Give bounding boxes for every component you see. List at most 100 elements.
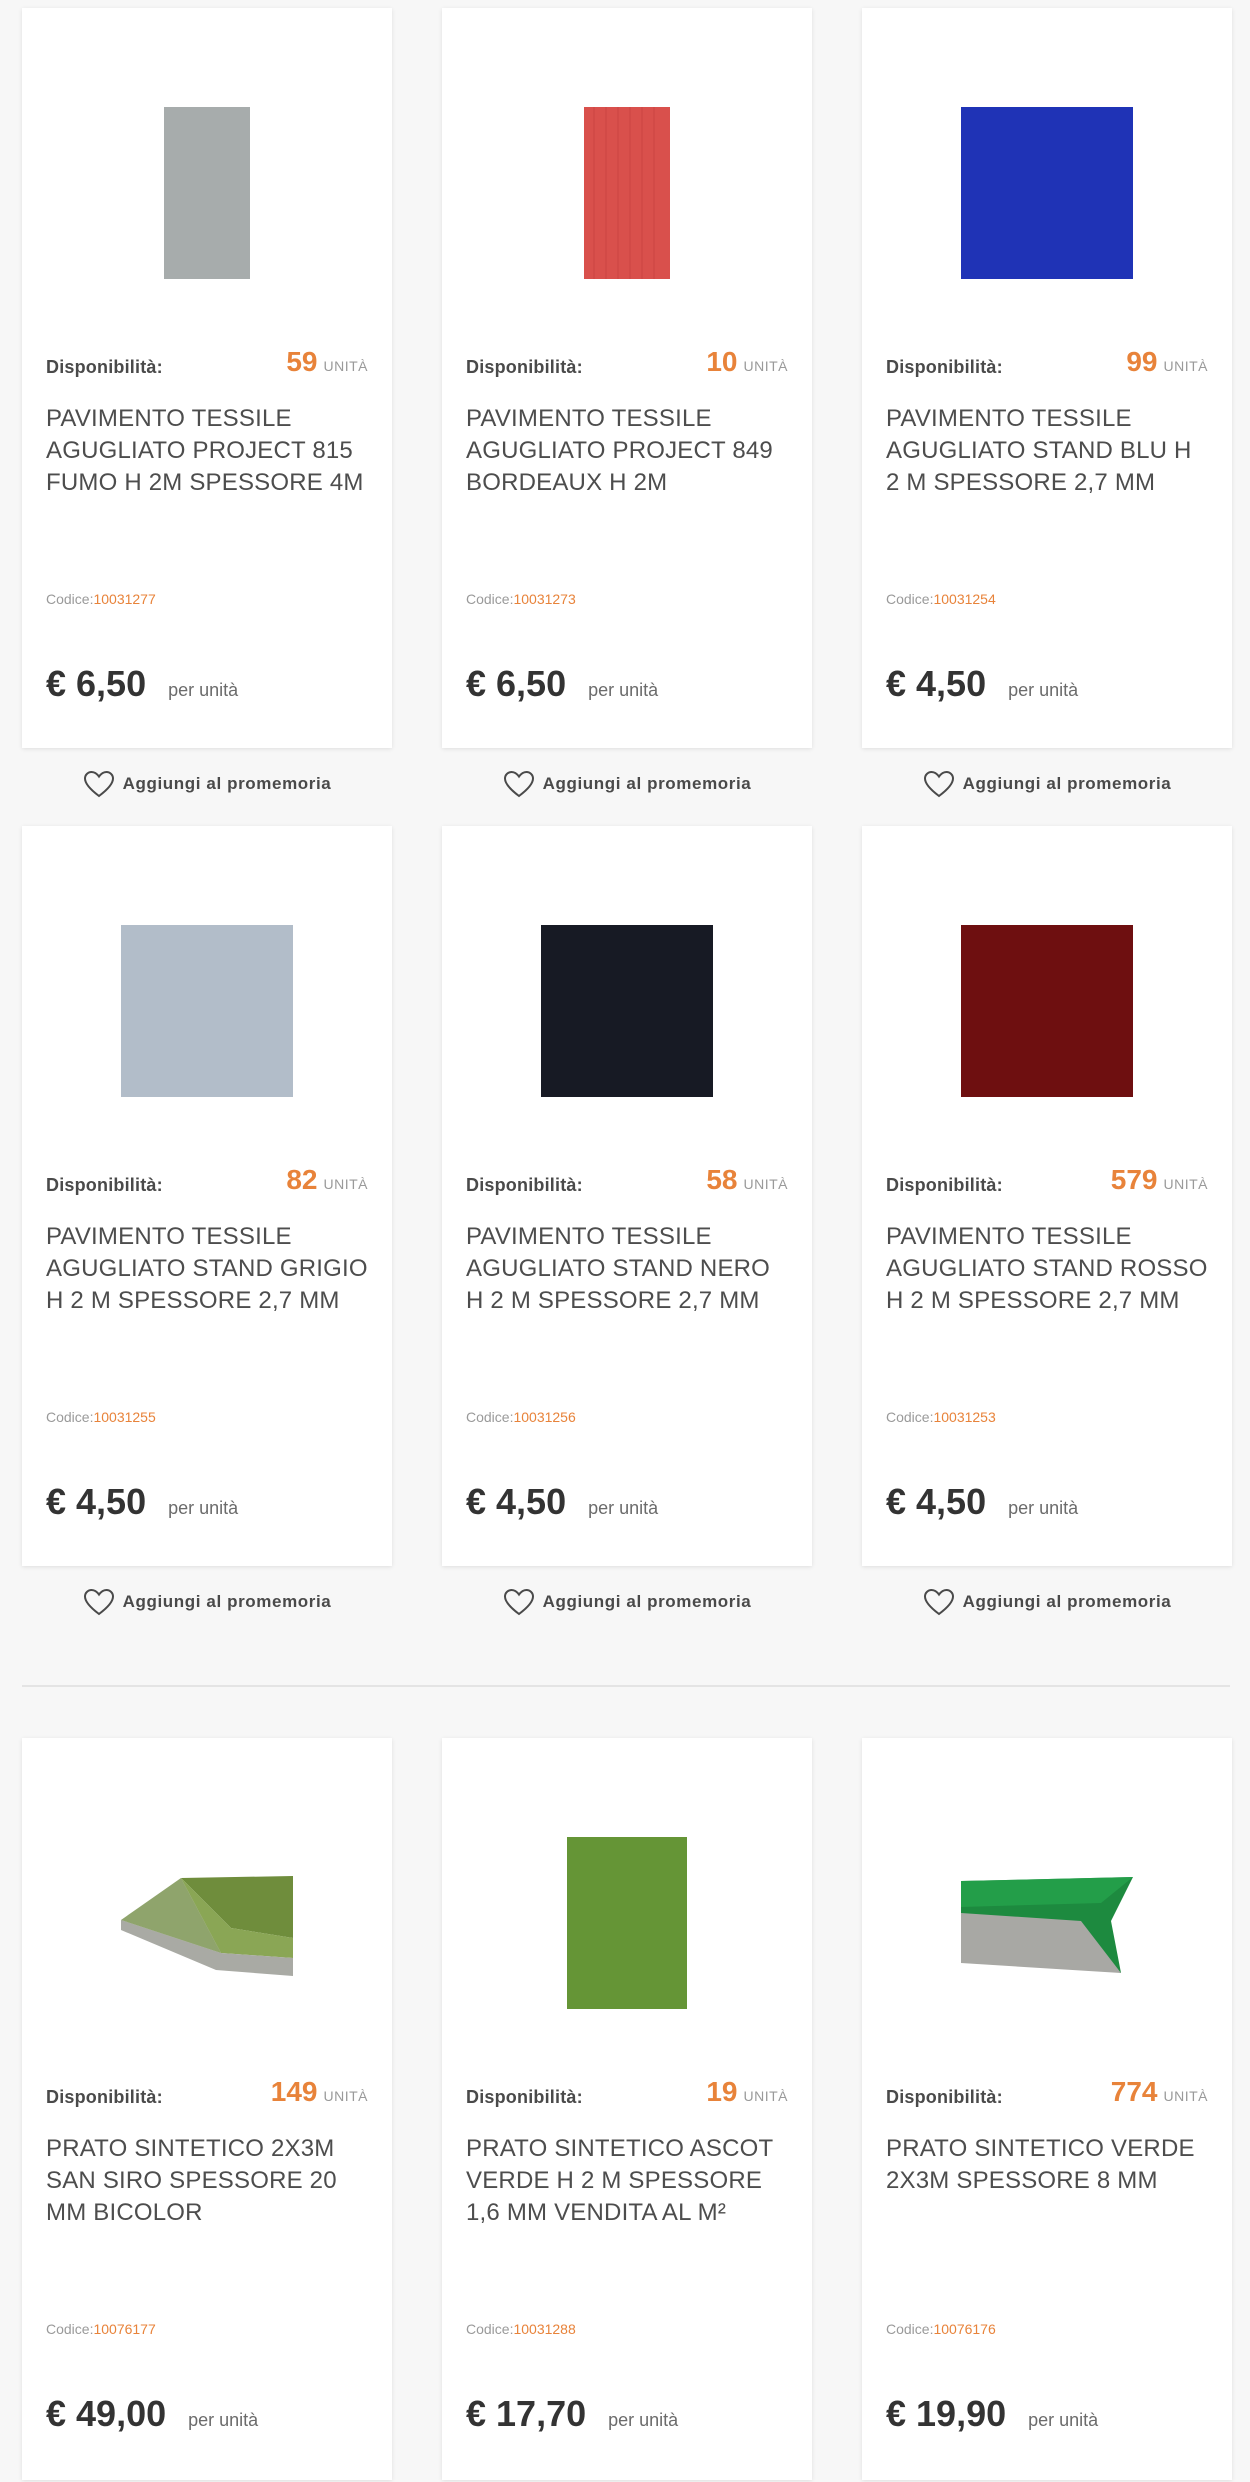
availability-row: Disponibilità: 99 UNITÀ xyxy=(886,338,1208,378)
product-card[interactable]: Disponibilità: 579 UNITÀ PAVIMENTO TESSI… xyxy=(862,826,1232,1566)
code-value: 10031288 xyxy=(513,2321,576,2337)
wishlist-label: Aggiungi al promemoria xyxy=(122,774,332,793)
product-price: € 4,50 xyxy=(886,1481,987,1522)
add-to-wishlist-button[interactable]: Aggiungi al promemoria xyxy=(442,1582,812,1622)
code-label: Codice: xyxy=(886,2321,934,2337)
product-title[interactable]: PAVIMENTO TESSILE AGUGLIATO STAND BLU H … xyxy=(886,403,1208,499)
add-to-wishlist-button[interactable]: Aggiungi al promemoria xyxy=(442,764,812,804)
code-value: 10031253 xyxy=(933,1409,996,1425)
product-image[interactable] xyxy=(22,68,392,318)
availability-value: 774 UNITÀ xyxy=(1111,2076,1208,2108)
product-title[interactable]: PRATO SINTETICO VERDE 2X3M SPESSORE 8 MM xyxy=(886,2133,1208,2229)
stock-unit: UNITÀ xyxy=(323,2088,368,2104)
product-code: Codice:10031273 xyxy=(466,591,788,607)
product-code: Codice:10031256 xyxy=(466,1409,788,1425)
wishlist-label: Aggiungi al promemoria xyxy=(542,774,752,793)
product-image[interactable] xyxy=(442,886,812,1136)
add-to-wishlist-button[interactable]: Aggiungi al promemoria xyxy=(862,1582,1232,1622)
black-felt-swatch-icon xyxy=(541,925,713,1097)
product-title[interactable]: PAVIMENTO TESSILE AGUGLIATO PROJECT 849 … xyxy=(466,403,788,499)
product-card[interactable]: Disponibilità: 99 UNITÀ PAVIMENTO TESSIL… xyxy=(862,8,1232,748)
availability-value: 59 UNITÀ xyxy=(286,346,368,378)
availability-label: Disponibilità: xyxy=(466,1175,583,1195)
product-card[interactable]: Disponibilità: 59 UNITÀ PAVIMENTO TESSIL… xyxy=(22,8,392,748)
availability-row: Disponibilità: 149 UNITÀ xyxy=(46,2068,368,2108)
product-card[interactable]: Disponibilità: 774 UNITÀ PRATO SINTETICO… xyxy=(862,1738,1232,2480)
product-card[interactable]: Disponibilità: 58 UNITÀ PAVIMENTO TESSIL… xyxy=(442,826,812,1566)
add-to-wishlist-button[interactable]: Aggiungi al promemoria xyxy=(22,764,392,804)
green-artificial-grass-roll-icon xyxy=(961,1877,1133,1973)
availability-value: 99 UNITÀ xyxy=(1126,346,1208,378)
product-price: € 17,70 xyxy=(466,2393,587,2434)
add-to-wishlist-button[interactable]: Aggiungi al promemoria xyxy=(862,764,1232,804)
availability-label: Disponibilità: xyxy=(886,1175,1003,1195)
product-image[interactable] xyxy=(862,886,1232,1136)
product-price: € 6,50 xyxy=(466,663,567,704)
availability-label: Disponibilità: xyxy=(46,2087,163,2107)
code-value: 10031254 xyxy=(933,591,996,607)
red-felt-swatch-icon xyxy=(584,107,670,279)
per-unit-label: per unità xyxy=(1008,680,1079,700)
product-image[interactable] xyxy=(442,1798,812,2048)
product-code: Codice:10031254 xyxy=(886,591,1208,607)
add-to-wishlist-button[interactable]: Aggiungi al promemoria xyxy=(22,1582,392,1622)
code-label: Codice: xyxy=(466,1409,514,1425)
availability-label: Disponibilità: xyxy=(886,2087,1003,2107)
stock-count: 774 xyxy=(1110,2076,1158,2107)
per-unit-label: per unità xyxy=(588,1498,659,1518)
heart-icon xyxy=(83,770,114,798)
stock-count: 19 xyxy=(706,2076,738,2107)
code-label: Codice: xyxy=(886,591,934,607)
availability-value: 58 UNITÀ xyxy=(706,1164,788,1196)
product-image[interactable] xyxy=(862,1798,1232,2048)
availability-row: Disponibilità: 774 UNITÀ xyxy=(886,2068,1208,2108)
product-card[interactable]: Disponibilità: 82 UNITÀ PAVIMENTO TESSIL… xyxy=(22,826,392,1566)
product-title[interactable]: PAVIMENTO TESSILE AGUGLIATO STAND NERO H… xyxy=(466,1221,788,1317)
product-card[interactable]: Disponibilità: 19 UNITÀ PRATO SINTETICO … xyxy=(442,1738,812,2480)
grey-felt-swatch-icon xyxy=(164,107,250,279)
product-image[interactable] xyxy=(442,68,812,318)
product-code: Codice:10031277 xyxy=(46,591,368,607)
availability-label: Disponibilità: xyxy=(466,357,583,377)
product-title[interactable]: PAVIMENTO TESSILE AGUGLIATO STAND ROSSO … xyxy=(886,1221,1208,1317)
product-title[interactable]: PRATO SINTETICO 2X3M SAN SIRO SPESSORE 2… xyxy=(46,2133,368,2229)
product-image[interactable] xyxy=(22,1798,392,2048)
availability-row: Disponibilità: 579 UNITÀ xyxy=(886,1156,1208,1196)
wishlist-label: Aggiungi al promemoria xyxy=(542,1592,752,1611)
per-unit-label: per unità xyxy=(588,680,659,700)
price-row: € 4,50 per unità xyxy=(886,1481,1208,1523)
availability-value: 149 UNITÀ xyxy=(271,2076,368,2108)
artificial-grass-swatch-icon xyxy=(567,1837,687,2009)
product-price: € 19,90 xyxy=(886,2393,1007,2434)
price-row: € 17,70 per unità xyxy=(466,2393,788,2435)
heart-icon xyxy=(503,770,534,798)
stock-unit: UNITÀ xyxy=(323,358,368,374)
stock-count: 10 xyxy=(706,346,738,377)
availability-label: Disponibilità: xyxy=(886,357,1003,377)
availability-label: Disponibilità: xyxy=(46,1175,163,1195)
stock-count: 579 xyxy=(1110,1164,1158,1195)
product-title[interactable]: PAVIMENTO TESSILE AGUGLIATO PROJECT 815 … xyxy=(46,403,368,499)
product-grid-page: Disponibilità: 59 UNITÀ PAVIMENTO TESSIL… xyxy=(0,0,1250,2482)
product-image[interactable] xyxy=(22,886,392,1136)
product-title[interactable]: PAVIMENTO TESSILE AGUGLIATO STAND GRIGIO… xyxy=(46,1221,368,1317)
code-value: 10031255 xyxy=(93,1409,156,1425)
product-title[interactable]: PRATO SINTETICO ASCOT VERDE H 2 M SPESSO… xyxy=(466,2133,788,2229)
availability-value: 19 UNITÀ xyxy=(706,2076,788,2108)
code-value: 10031273 xyxy=(513,591,576,607)
product-code: Codice:10031253 xyxy=(886,1409,1208,1425)
availability-row: Disponibilità: 59 UNITÀ xyxy=(46,338,368,378)
product-code: Codice:10031255 xyxy=(46,1409,368,1425)
product-card[interactable]: Disponibilità: 149 UNITÀ PRATO SINTETICO… xyxy=(22,1738,392,2480)
per-unit-label: per unità xyxy=(188,2410,259,2430)
product-card[interactable]: Disponibilità: 10 UNITÀ PAVIMENTO TESSIL… xyxy=(442,8,812,748)
product-image[interactable] xyxy=(862,68,1232,318)
code-value: 10076176 xyxy=(933,2321,996,2337)
availability-row: Disponibilità: 10 UNITÀ xyxy=(466,338,788,378)
product-price: € 4,50 xyxy=(46,1481,147,1522)
stock-count: 59 xyxy=(286,346,318,377)
availability-label: Disponibilità: xyxy=(466,2087,583,2107)
stock-unit: UNITÀ xyxy=(743,1176,788,1192)
availability-row: Disponibilità: 82 UNITÀ xyxy=(46,1156,368,1196)
stock-unit: UNITÀ xyxy=(1163,2088,1208,2104)
